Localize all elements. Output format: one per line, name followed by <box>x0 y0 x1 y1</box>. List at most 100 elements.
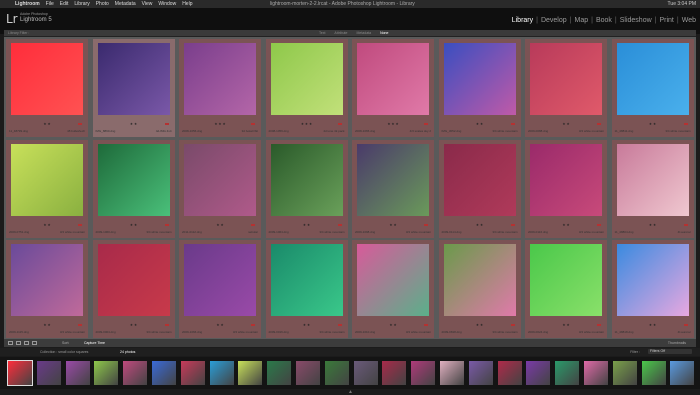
photo-thumbnail[interactable] <box>616 244 689 317</box>
survey-view-icon[interactable] <box>32 341 37 345</box>
grid-cell[interactable]: ★ ★ 2009-0088.dng 3/4 white mountain <box>525 39 607 137</box>
color-label-icon[interactable] <box>164 223 169 226</box>
rating-stars[interactable]: ★ ★ <box>439 122 521 126</box>
filmstrip-thumbnail[interactable] <box>152 361 176 385</box>
color-label-icon[interactable] <box>510 123 515 125</box>
photo-thumbnail[interactable] <box>616 143 689 216</box>
color-label-icon[interactable] <box>597 223 601 226</box>
grid-cell[interactable]: ★ ★ 11_48799.dng 48 bullet/tech <box>6 39 88 137</box>
rating-stars[interactable]: ★ ★ ★ <box>266 122 348 126</box>
color-label-icon[interactable] <box>164 123 169 125</box>
rating-stars[interactable]: ★ ★ <box>439 323 521 327</box>
filmstrip-thumbnail[interactable] <box>612 361 637 385</box>
filmstrip-thumbnail[interactable] <box>324 361 349 385</box>
color-label-icon[interactable] <box>683 223 688 226</box>
photo-thumbnail[interactable] <box>357 143 429 216</box>
photo-thumbnail[interactable] <box>11 43 83 115</box>
menu-view[interactable]: View <box>142 1 153 7</box>
rating-stars[interactable]: ★ ★ <box>93 223 175 227</box>
grid-cell[interactable]: ★ ★ ★ 2008-1059.dng 4d tone 4k pack <box>265 39 348 137</box>
filmstrip-thumbnail[interactable] <box>123 361 148 385</box>
chevron-up-icon[interactable]: ▲ <box>348 389 353 395</box>
rating-stars[interactable]: ★ ★ <box>352 323 434 327</box>
grid-cell[interactable]: ★ ★ 2011-0112.dng nebular <box>179 139 261 238</box>
color-label-icon[interactable] <box>424 223 428 226</box>
color-label-icon[interactable] <box>683 123 688 125</box>
filmstrip-thumbnail[interactable] <box>526 361 551 385</box>
color-label-icon[interactable] <box>510 223 515 226</box>
menu-file[interactable]: File <box>46 1 54 7</box>
filmstrip-thumbnail[interactable] <box>94 361 119 385</box>
grid-cell[interactable]: ★ ★ 2009-0024.dng 3/4 white mountain <box>525 240 607 339</box>
color-label-icon[interactable] <box>251 324 255 327</box>
loupe-view-icon[interactable] <box>16 341 21 345</box>
module-develop[interactable]: Develop <box>541 17 567 24</box>
grid-cell[interactable]: ★ ★ 2009-1060.dng 3/4 white mountain <box>92 139 175 238</box>
grid-cell[interactable]: ★ ★ 2009-0116.dng 3/4 white mountain <box>525 139 607 238</box>
color-label-icon[interactable] <box>337 223 342 226</box>
rating-stars[interactable]: ★ ★ <box>612 223 694 227</box>
module-slideshow[interactable]: Slideshow <box>620 17 652 24</box>
photo-thumbnail[interactable] <box>270 244 343 317</box>
photo-thumbnail[interactable] <box>443 244 516 317</box>
clock[interactable]: Tue 3:04 PM <box>668 1 696 7</box>
rating-stars[interactable]: ★ ★ <box>6 323 88 327</box>
photo-thumbnail[interactable] <box>97 143 170 216</box>
module-library[interactable]: Library <box>512 17 533 24</box>
grid-cell[interactable]: ★ ★ 2009-1064.dng 3/4 white mountain <box>265 139 348 238</box>
photo-thumbnail[interactable] <box>443 43 516 115</box>
filmstrip-thumbnail[interactable] <box>584 361 608 385</box>
grid-cell[interactable]: ★ ★ 11_48811.dng 3/4 white mountain <box>611 39 694 137</box>
rating-stars[interactable]: ★ ★ <box>352 223 434 227</box>
photo-thumbnail[interactable] <box>616 43 689 115</box>
grid-cell[interactable]: ★ ★ 2009-1098.dng 3/4 white mountain <box>352 139 434 238</box>
color-label-icon[interactable] <box>597 324 601 327</box>
grid-cell[interactable]: ★ ★ 2009-0004.dng 3/4 white mountain <box>92 240 175 339</box>
photo-thumbnail[interactable] <box>530 244 602 317</box>
photo-thumbnail[interactable] <box>184 43 256 115</box>
rating-stars[interactable]: ★ ★ <box>179 323 261 327</box>
filter-tab-metadata[interactable]: Metadata <box>356 31 371 35</box>
filmstrip-filter-select[interactable]: Filters Off <box>648 349 692 354</box>
filmstrip-thumbnail[interactable] <box>180 361 205 385</box>
rating-stars[interactable]: ★ ★ <box>525 122 607 126</box>
filmstrip-thumbnail[interactable] <box>411 361 436 385</box>
grid-cell[interactable]: ★ ★ 2009-0818.dng 3/4 white mountain <box>438 240 521 339</box>
photo-thumbnail[interactable] <box>357 43 429 115</box>
photo-thumbnail[interactable] <box>97 43 170 115</box>
grid-cell[interactable]: ★ ★ 2009-1066.dng 3/4 white mountain <box>179 240 261 339</box>
photo-thumbnail[interactable] <box>184 143 256 216</box>
menu-help[interactable]: Help <box>182 1 192 7</box>
photo-thumbnail[interactable] <box>11 244 83 317</box>
grid-cell[interactable]: ★ ★ 2009-0016.dng 3/4 white mountain <box>265 240 348 339</box>
module-map[interactable]: Map <box>574 17 588 24</box>
menu-app[interactable]: Lightroom <box>15 1 40 7</box>
photo-thumbnail[interactable] <box>270 43 343 115</box>
filmstrip-thumbnail[interactable] <box>36 361 61 385</box>
filter-tab-text[interactable]: Text <box>319 31 325 35</box>
rating-stars[interactable]: ★ ★ ★ <box>179 122 261 126</box>
compare-view-icon[interactable] <box>24 341 29 345</box>
filmstrip-thumbnail[interactable] <box>468 361 493 385</box>
color-label-icon[interactable] <box>597 123 601 125</box>
photo-thumbnail[interactable] <box>357 244 429 317</box>
filmstrip-source[interactable]: Collection : small color squares <box>40 350 88 354</box>
filmstrip-thumbnail[interactable] <box>440 361 464 385</box>
rating-stars[interactable]: ★ ★ <box>6 122 88 126</box>
grid-cell[interactable]: ★ ★ IMG_8890.dng 4d-IMG 4x4 <box>92 39 175 137</box>
apple-icon[interactable] <box>4 1 10 7</box>
color-label-icon[interactable] <box>78 324 82 327</box>
photo-thumbnail[interactable] <box>530 143 602 216</box>
grid-cell[interactable]: ★ ★ 2009-0751.dng 3/4 white mountain <box>6 139 88 238</box>
filmstrip-thumbnail[interactable] <box>670 361 695 385</box>
color-label-icon[interactable] <box>251 123 255 125</box>
color-label-icon[interactable] <box>424 123 428 125</box>
grid-cell[interactable]: ★ ★ 11_48804.dng 4f-auroral <box>611 139 694 238</box>
menu-library[interactable]: Library <box>74 1 89 7</box>
color-label-icon[interactable] <box>337 123 342 125</box>
grid-view-icon[interactable] <box>8 341 13 345</box>
rating-stars[interactable]: ★ ★ <box>93 323 175 327</box>
filter-tab-none[interactable]: None <box>380 31 388 35</box>
color-label-icon[interactable] <box>683 324 688 327</box>
menu-edit[interactable]: Edit <box>60 1 69 7</box>
